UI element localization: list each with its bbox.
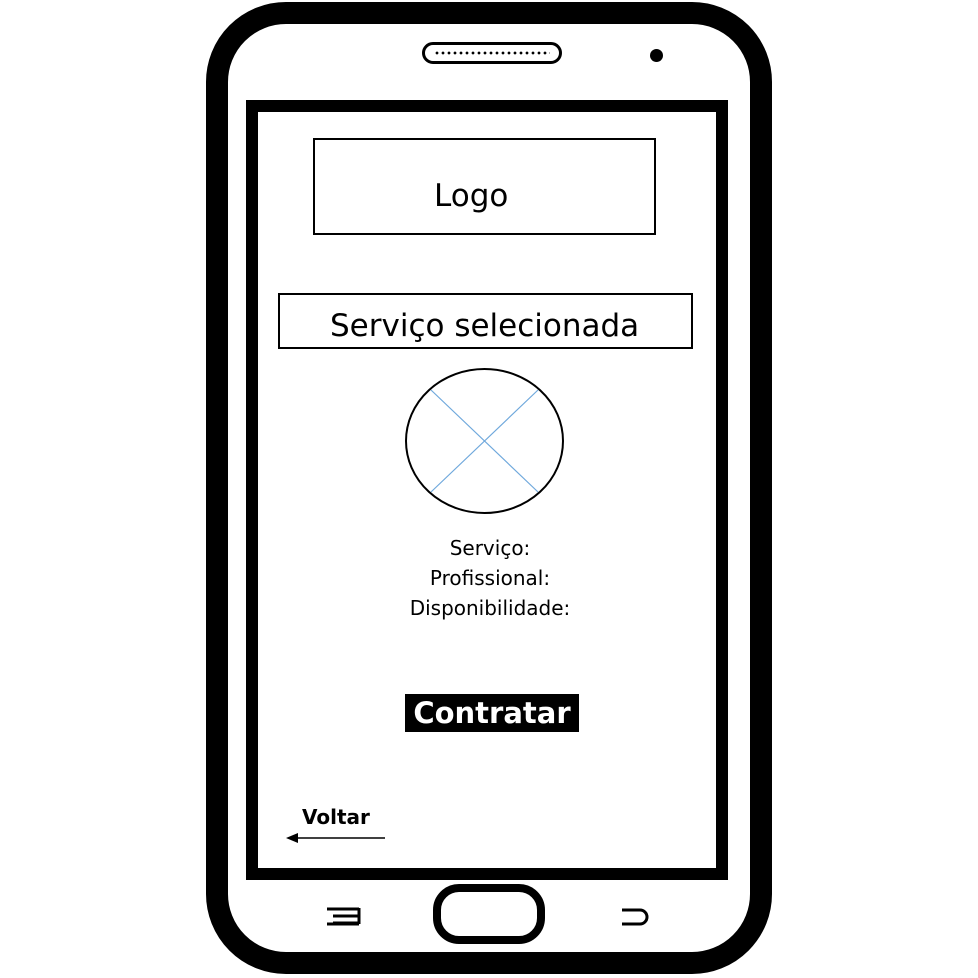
phone-mockup: Logo Serviço selecionada Serviço: Profis… bbox=[0, 0, 978, 978]
arrow-left-icon bbox=[286, 833, 385, 843]
back-label: Voltar bbox=[302, 805, 370, 829]
image-placeholder-icon bbox=[405, 368, 564, 514]
detail-availability-label: Disponibilidade: bbox=[409, 596, 571, 620]
speaker-grille bbox=[422, 42, 562, 64]
logo-label: Logo bbox=[434, 178, 509, 214]
home-button[interactable] bbox=[433, 884, 545, 944]
hire-button[interactable]: Contratar bbox=[405, 694, 579, 732]
back-link[interactable]: Voltar bbox=[286, 805, 390, 849]
detail-service-label: Serviço: bbox=[449, 536, 531, 560]
detail-professional-label: Profissional: bbox=[429, 566, 551, 590]
front-camera bbox=[650, 49, 663, 62]
menu-icon[interactable] bbox=[323, 904, 363, 930]
back-icon[interactable] bbox=[616, 904, 652, 930]
selected-service-title: Serviço selecionada bbox=[330, 308, 640, 344]
service-details: Serviço: Profissional: Disponibilidade: bbox=[380, 533, 600, 623]
speaker-dots bbox=[434, 51, 550, 55]
